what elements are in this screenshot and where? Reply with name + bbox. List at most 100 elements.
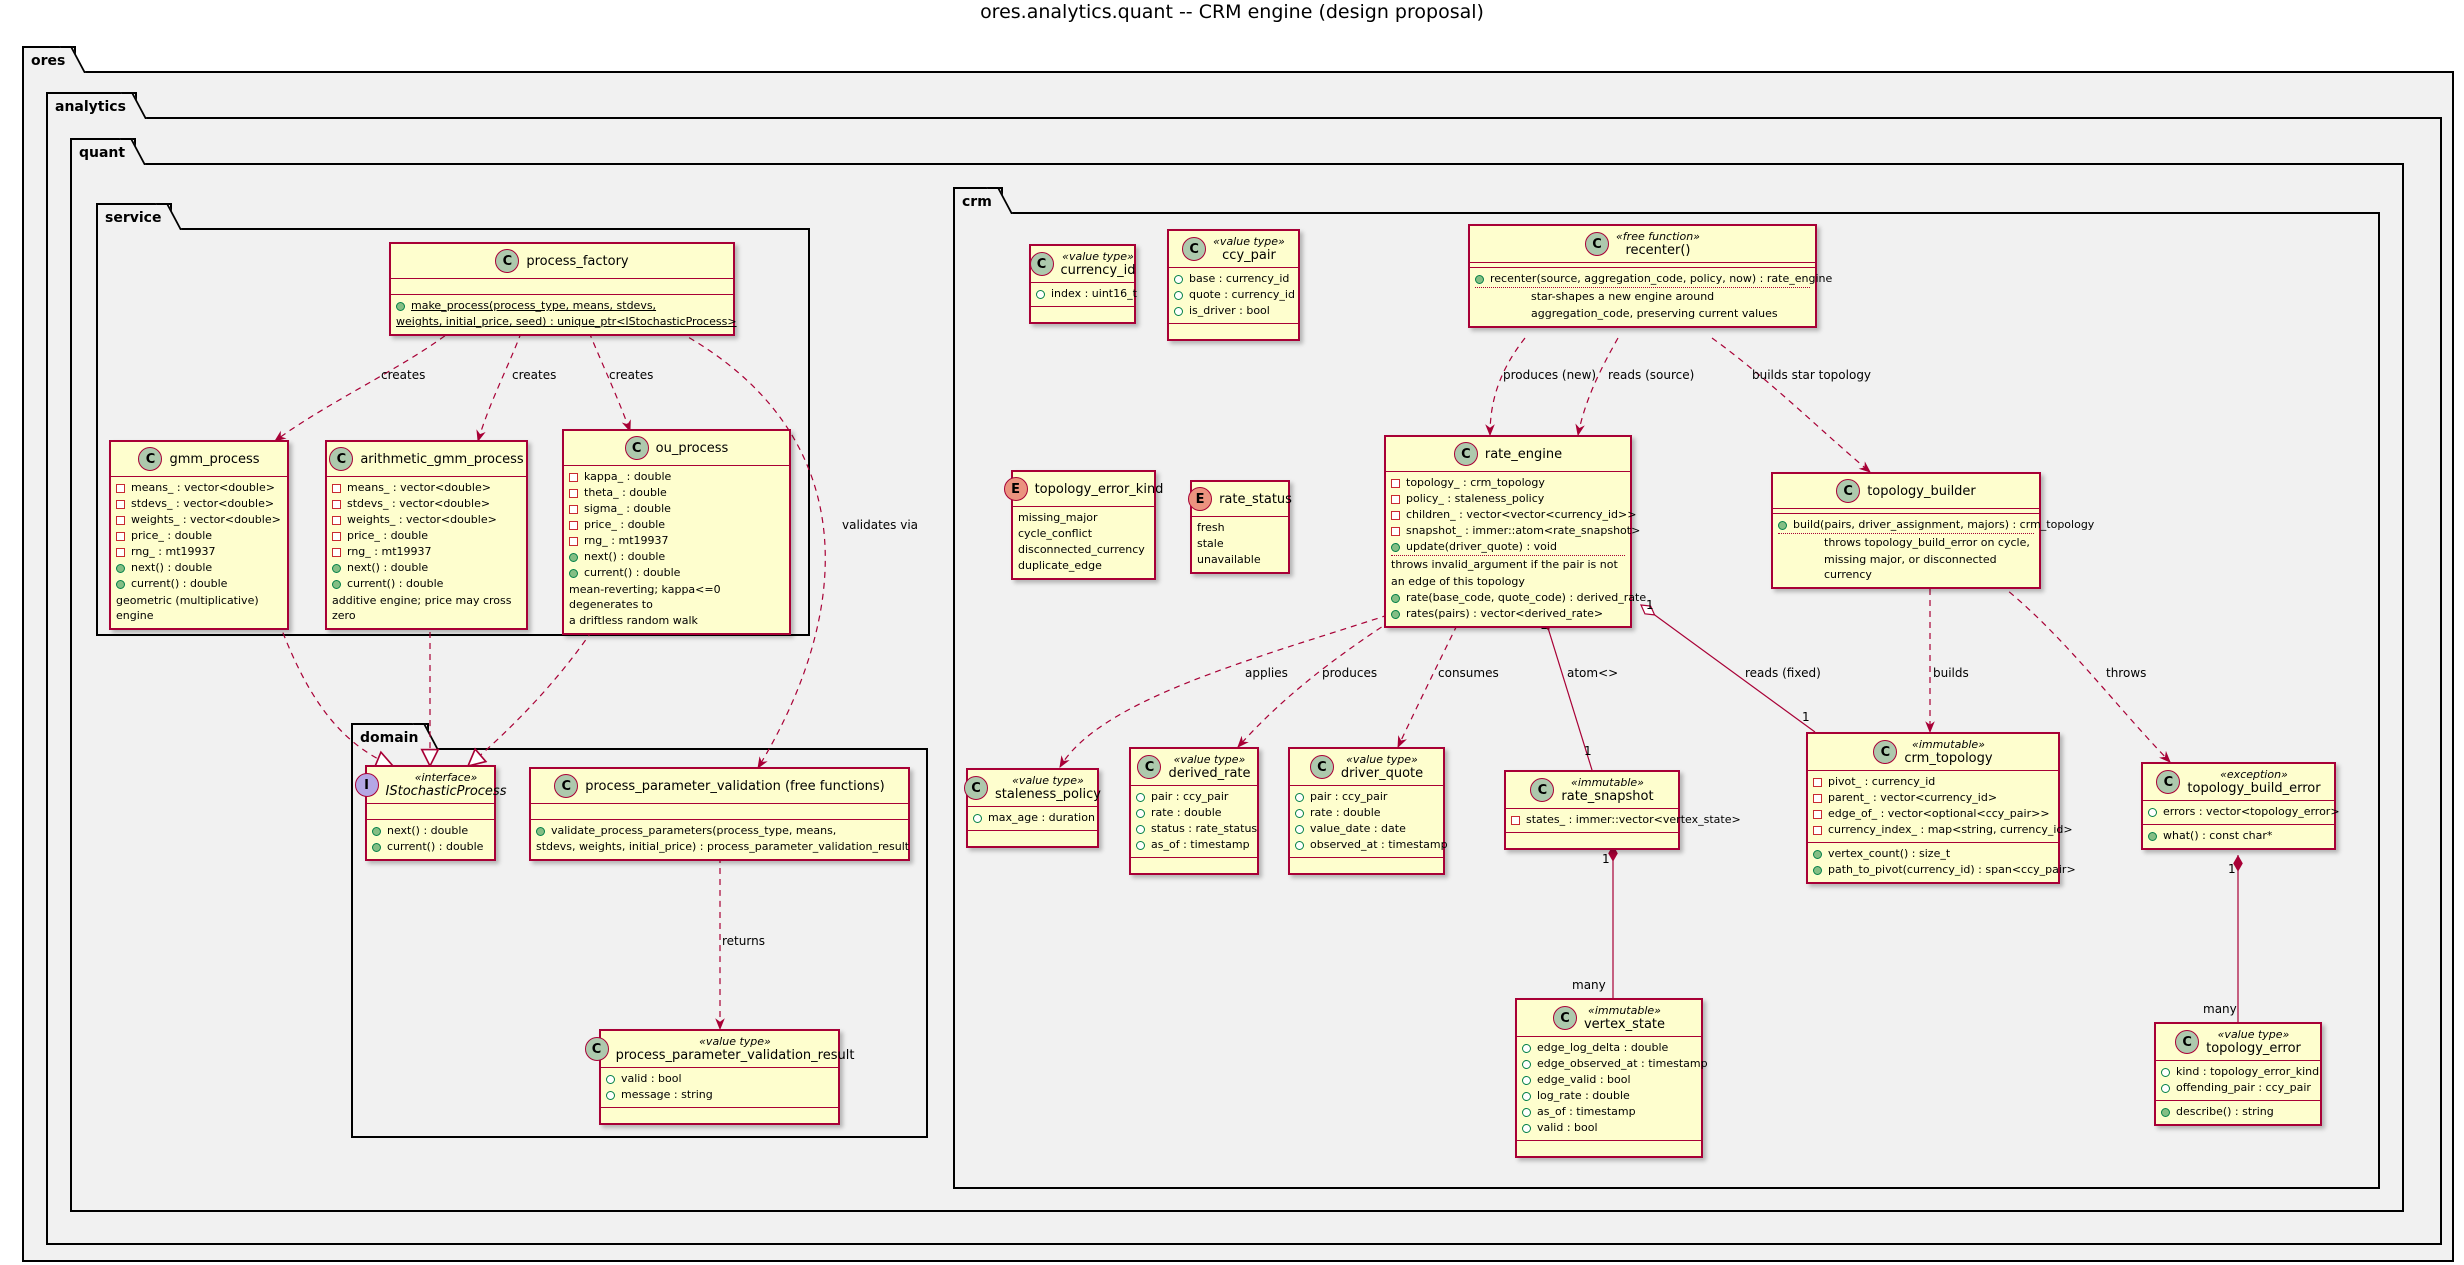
class-icon: C	[584, 1037, 609, 1061]
private-field-icon	[569, 472, 578, 482]
class-topology-error[interactable]: C «value type» topology_error kind : topo…	[2154, 1022, 2322, 1126]
public-method-icon	[569, 552, 578, 562]
public-field-icon	[1522, 1091, 1531, 1101]
class-icon: C	[1182, 237, 1207, 261]
mult-error-many: many	[2203, 1002, 2237, 1016]
relationship-lines	[274, 321, 2243, 1031]
edge-builds-star	[1711, 337, 1871, 473]
public-field-icon	[1136, 808, 1145, 818]
class-icon: C	[329, 447, 354, 471]
enum-topology-error-kind[interactable]: E topology_error_kind missing_major cycl…	[1003, 470, 1163, 580]
label-creates-ou: creates	[609, 368, 654, 382]
class-icon: C	[1836, 479, 1861, 503]
private-field-icon	[1813, 809, 1822, 819]
class-process-parameter-validation-result[interactable]: C «value type» process_parameter_validati…	[584, 1029, 854, 1125]
class-process-parameter-validation[interactable]: C process_parameter_validation (free fun…	[529, 767, 910, 861]
class-rate-snapshot[interactable]: C «immutable» rate_snapshot states_ : imm…	[1504, 770, 1741, 850]
public-method-icon	[569, 568, 578, 578]
class-icon: C	[554, 774, 579, 798]
edge-applies	[1059, 614, 1389, 769]
uml-diagram-canvas: ores.analytics.quant -- CRM engine (desi…	[0, 0, 2464, 1265]
label-creates-gmm: creates	[381, 368, 426, 382]
class-currency-id[interactable]: C «value type» currency_id index : uint16…	[1029, 244, 1137, 324]
public-method-icon	[372, 842, 381, 852]
enum-icon: E	[1003, 477, 1028, 501]
public-method-icon	[116, 563, 125, 573]
private-field-icon	[1813, 825, 1822, 835]
class-staleness-policy[interactable]: C «value type» staleness_policy max_age :…	[964, 768, 1101, 848]
label-applies: applies	[1245, 666, 1288, 680]
enum-rate-status[interactable]: E rate_status fresh stale unavailable	[1188, 480, 1292, 574]
private-field-icon	[1391, 478, 1400, 488]
edge-ou-realizes	[468, 621, 599, 766]
public-method-icon	[1813, 865, 1822, 875]
public-field-icon	[1522, 1043, 1531, 1053]
edge-gmm-realizes	[274, 611, 393, 766]
label-builds: builds	[1933, 666, 1969, 680]
private-field-icon	[332, 499, 341, 509]
label-atom: atom<>	[1567, 666, 1619, 680]
public-method-icon	[2148, 831, 2157, 841]
class-ou-process[interactable]: C ou_process kappa_ : double theta_ : do…	[562, 429, 791, 635]
label-returns: returns	[722, 934, 765, 948]
edge-reads-source	[1575, 337, 1619, 437]
private-field-icon	[116, 515, 125, 525]
class-topology-build-error[interactable]: C «exception» topology_build_error errors…	[2141, 762, 2340, 850]
class-gmm-process[interactable]: C gmm_process means_ : vector<double> st…	[109, 440, 289, 630]
public-field-icon	[1136, 792, 1145, 802]
public-field-icon	[1295, 792, 1304, 802]
public-field-icon	[1522, 1059, 1531, 1069]
class-vertex-state[interactable]: C «immutable» vertex_state edge_log_delta…	[1515, 998, 1708, 1158]
public-field-icon	[606, 1074, 615, 1084]
label-throws: throws	[2106, 666, 2147, 680]
private-field-icon	[116, 531, 125, 541]
mult-snapshot-one: 1	[1602, 852, 1610, 866]
public-method-icon	[1813, 849, 1822, 859]
class-icon: C	[1530, 778, 1555, 802]
enum-icon: E	[1188, 487, 1213, 511]
private-field-icon	[569, 520, 578, 530]
class-icon: C	[1309, 755, 1334, 779]
label-reads-source: reads (source)	[1608, 368, 1695, 382]
class-driver-quote[interactable]: C «value type» driver_quote pair : ccy_pa…	[1288, 747, 1448, 875]
class-icon: C	[964, 776, 988, 800]
public-field-icon	[2161, 1083, 2170, 1093]
public-method-icon	[1391, 593, 1400, 603]
label-builds-star: builds star topology	[1752, 368, 1872, 382]
class-topology-builder[interactable]: C topology_builder build(pairs, driver_a…	[1771, 472, 2094, 589]
private-field-icon	[116, 483, 125, 493]
class-arithmetic-gmm-process[interactable]: C arithmetic_gmm_process means_ : vector…	[325, 440, 528, 630]
public-field-icon	[1174, 290, 1183, 300]
public-method-icon	[116, 579, 125, 589]
private-field-icon	[569, 488, 578, 498]
class-recenter[interactable]: C «free function» recenter() recenter(sou…	[1468, 224, 1832, 328]
label-creates-arith: creates	[512, 368, 557, 382]
public-field-icon	[1295, 824, 1304, 834]
class-icon: C	[495, 249, 520, 273]
class-ccy-pair[interactable]: C «value type» ccy_pair base : currency_i…	[1167, 229, 1300, 341]
private-field-icon	[1391, 510, 1400, 520]
private-field-icon	[332, 483, 341, 493]
public-method-icon	[396, 301, 405, 311]
private-field-icon	[1813, 777, 1822, 787]
public-field-icon	[1522, 1123, 1531, 1133]
class-icon: C	[1552, 1006, 1577, 1030]
class-derived-rate[interactable]: C «value type» derived_rate pair : ccy_pa…	[1129, 747, 1259, 875]
interface-icon: I	[354, 773, 379, 797]
edge-consumes	[1397, 614, 1463, 749]
public-field-icon	[2148, 807, 2157, 817]
private-field-icon	[1511, 815, 1520, 825]
public-field-icon	[973, 813, 982, 823]
class-icon: C	[2156, 770, 2181, 794]
label-reads-fixed: reads (fixed)	[1745, 666, 1821, 680]
class-process-factory[interactable]: C process_factory make_process(process_t…	[389, 242, 737, 336]
class-icon: C	[624, 436, 649, 460]
public-field-icon	[1522, 1107, 1531, 1117]
class-crm-topology[interactable]: C «immutable» crm_topology pivot_ : curre…	[1806, 732, 2076, 884]
label-produces: produces	[1322, 666, 1378, 680]
class-rate-engine[interactable]: C rate_engine topology_ : crm_topology p…	[1384, 435, 1646, 628]
private-field-icon	[569, 536, 578, 546]
public-method-icon	[372, 826, 381, 836]
class-icon: C	[1585, 232, 1610, 256]
interface-istochasticprocess[interactable]: I «interface» IStochasticProcess next() :…	[354, 765, 506, 861]
